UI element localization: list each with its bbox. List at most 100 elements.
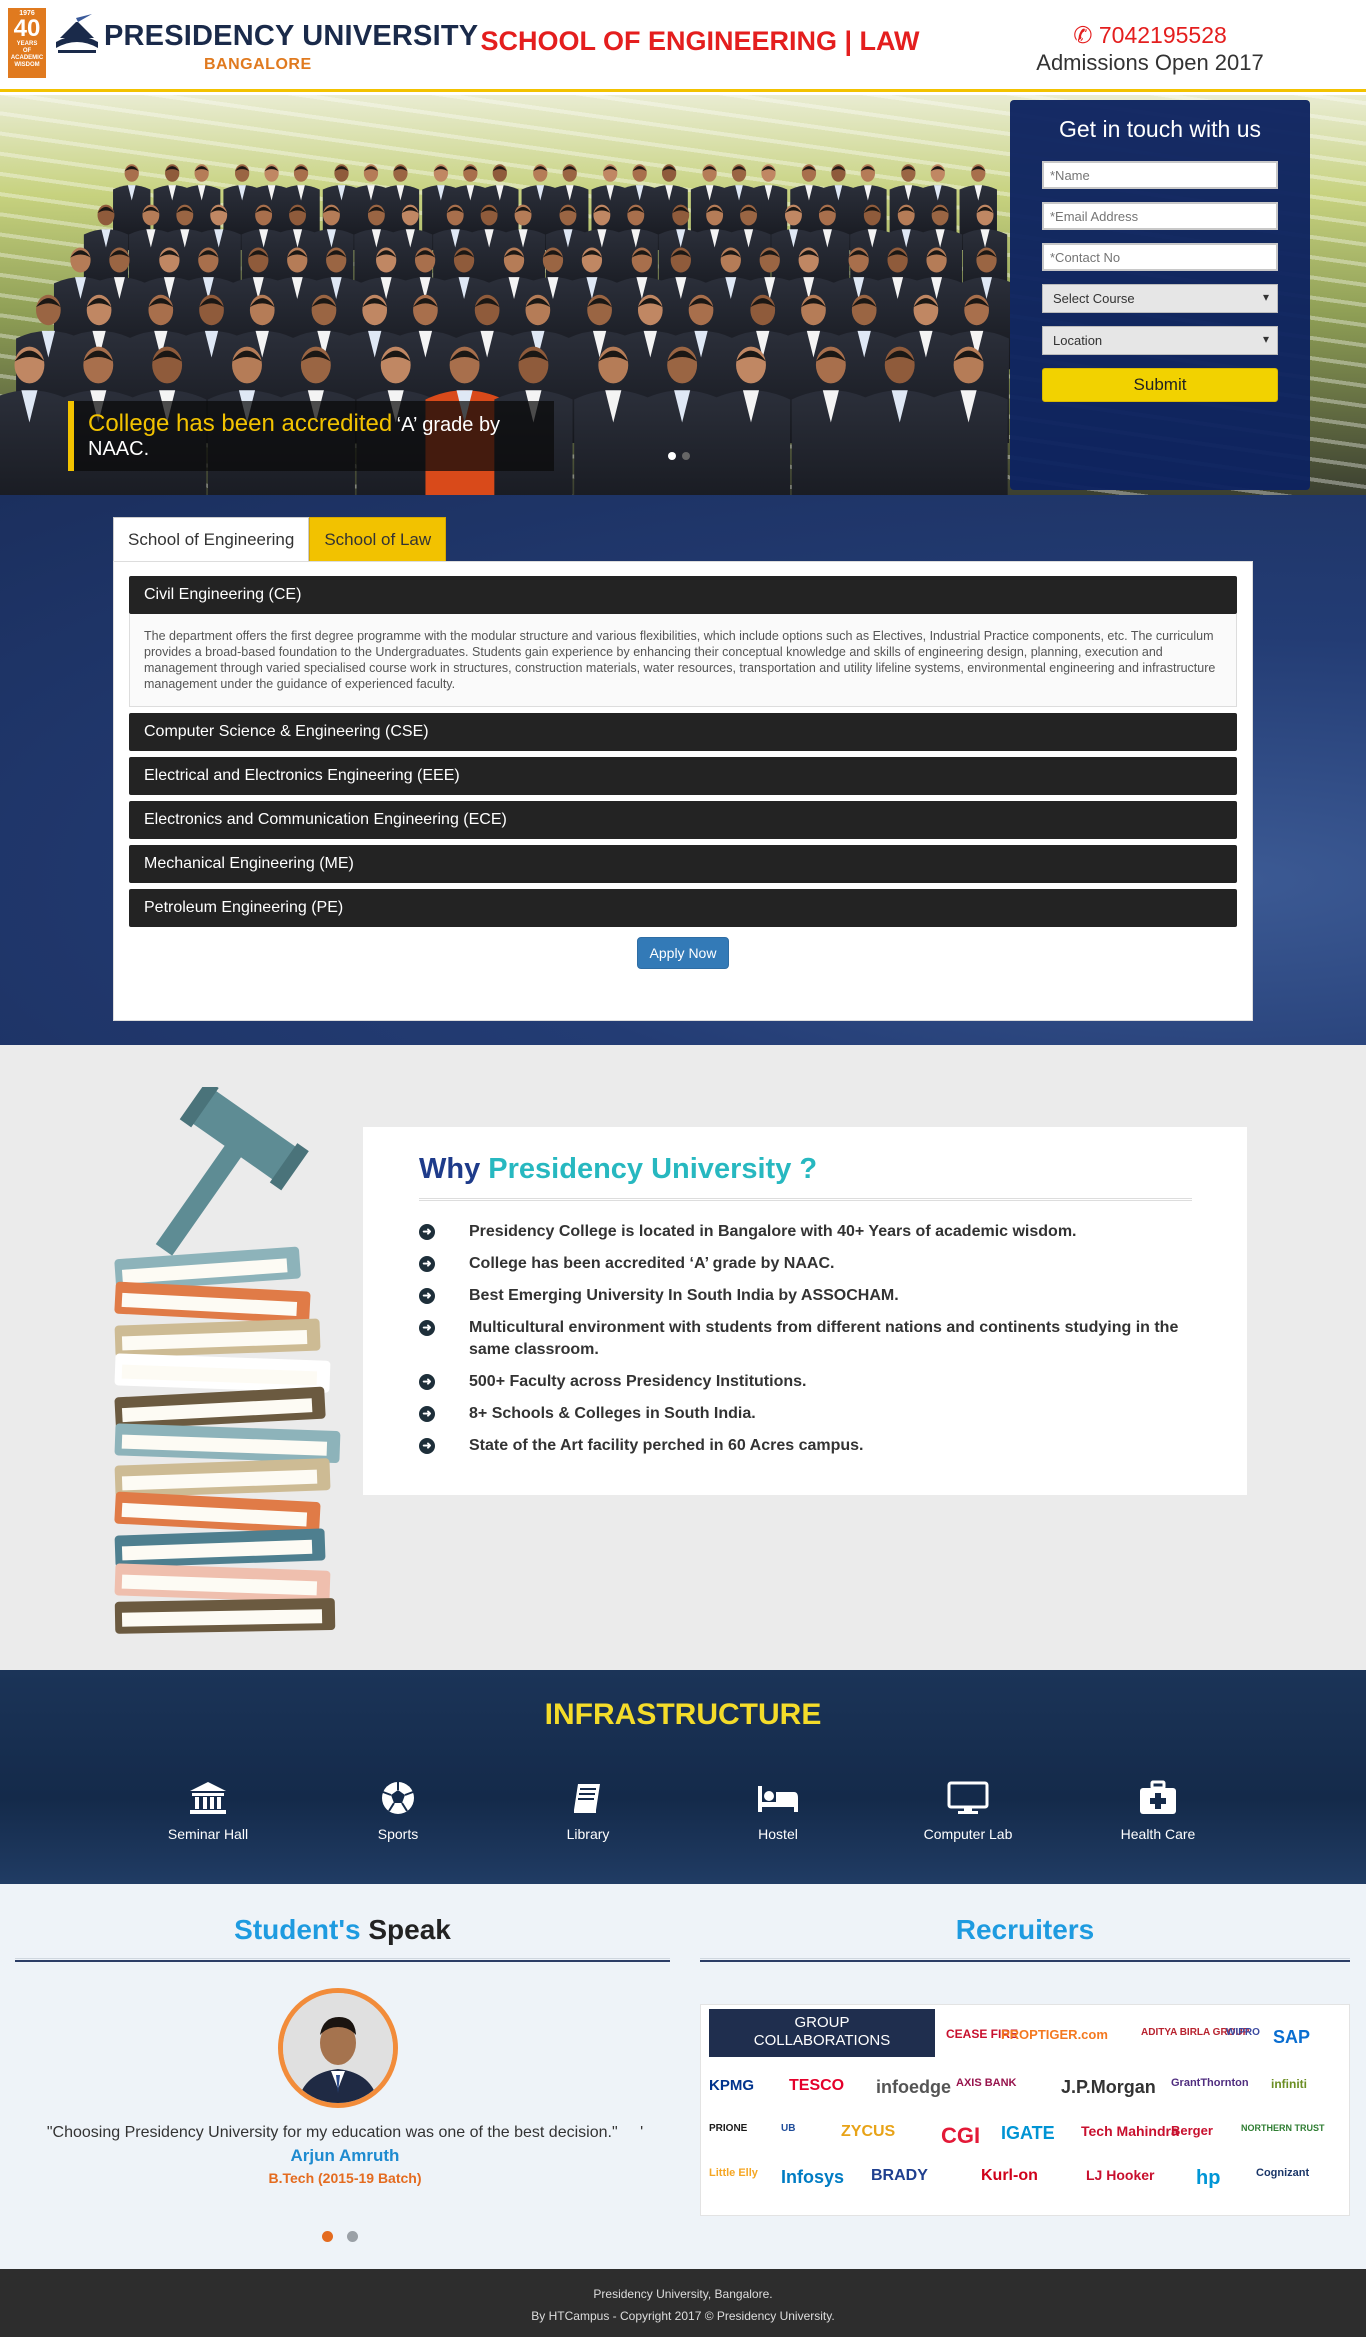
- group-label-line: COLLABORATIONS: [753, 2032, 891, 2049]
- university-logo-icon[interactable]: [52, 12, 102, 58]
- footer-copyright: By HTCampus - Copyright 2017 © Presidenc…: [531, 2309, 835, 2323]
- admissions-text: Admissions Open 2017: [1036, 50, 1264, 75]
- recruiter-logo: infoedge: [876, 2077, 951, 2097]
- accordion-mechanical[interactable]: Mechanical Engineering (ME): [129, 845, 1237, 883]
- hero-caption: College has been accredited ‘A’ grade by…: [68, 401, 554, 471]
- group-label-line: GROUP: [794, 2014, 850, 2031]
- book: [114, 1528, 326, 1568]
- why-list: ➜ Presidency College is located in Bangal…: [419, 1221, 1192, 1457]
- school-title: SCHOOL OF ENGINEERING | LAW: [480, 26, 920, 56]
- site-header: 1976 40 YEARS OF ACADEMIC WISDOM PRESIDE…: [0, 0, 1366, 92]
- slider-dot[interactable]: [347, 2231, 358, 2242]
- recruiter-logo: ZYCUS: [841, 2123, 896, 2140]
- badge-line: OF ACADEMIC: [10, 48, 44, 61]
- recruiters-title: Recruiters: [955, 1914, 1095, 1945]
- tab-school-of-law[interactable]: School of Law: [309, 517, 447, 561]
- bank-icon: [190, 1782, 226, 1814]
- infra-label: Health Care: [1120, 1826, 1196, 1842]
- desktop-icon: [947, 1781, 989, 1814]
- form-title: Get in touch with us: [1059, 116, 1261, 142]
- contact-field[interactable]: [1042, 243, 1278, 271]
- recruiter-logo: CGI: [941, 2123, 981, 2148]
- why-section: Why Presidency University ? ➜ Presidency …: [0, 1045, 1366, 1670]
- course-select[interactable]: Select Course ▾: [1042, 284, 1278, 313]
- infra-seminar-hall[interactable]: Seminar Hall: [113, 1780, 303, 1842]
- slider-dot[interactable]: [668, 452, 676, 460]
- divider: [15, 1958, 670, 1962]
- accordion-electronics[interactable]: Electronics and Communication Engineerin…: [129, 801, 1237, 839]
- badge-line: YEARS: [16, 41, 38, 47]
- location-select[interactable]: Location ▾: [1042, 326, 1278, 355]
- slider-dot[interactable]: [682, 452, 690, 460]
- infrastructure-section: INFRASTRUCTURE Seminar Hall Sports Libra…: [0, 1670, 1366, 1884]
- slider-dot[interactable]: [322, 2231, 333, 2242]
- infra-hostel[interactable]: Hostel: [683, 1780, 873, 1842]
- infra-library[interactable]: Library: [493, 1780, 683, 1842]
- arrow-right-icon: ➜: [419, 1406, 435, 1422]
- list-item-text: Best Emerging University In South India …: [469, 1287, 899, 1304]
- accordion-electrical[interactable]: Electrical and Electronics Engineering (…: [129, 757, 1237, 795]
- accordion-petroleum[interactable]: Petroleum Engineering (PE): [129, 889, 1237, 927]
- arrow-right-icon: ➜: [419, 1256, 435, 1272]
- group-collaborations-label: GROUP COLLABORATIONS: [709, 2009, 935, 2057]
- recruiter-logo: BRADY: [871, 2167, 928, 2184]
- why-title-prefix: Why: [419, 1153, 481, 1185]
- arrow-right-icon: ➜: [419, 1320, 435, 1336]
- name-field[interactable]: [1042, 161, 1278, 189]
- recruiter-logo: infiniti: [1271, 2077, 1307, 2091]
- apply-now-button[interactable]: Apply Now: [637, 937, 729, 969]
- book: [114, 1386, 326, 1430]
- accordion-computer-science[interactable]: Computer Science & Engineering (CSE): [129, 713, 1237, 751]
- phone-link[interactable]: ✆ 7042195528: [1020, 22, 1280, 49]
- recruiter-logo: IGATE: [1001, 2123, 1055, 2143]
- infra-health-care[interactable]: Health Care: [1063, 1780, 1253, 1842]
- recruiter-logo: J.P.Morgan: [1061, 2077, 1156, 2097]
- accordion-civil-engineering[interactable]: Civil Engineering (CE): [129, 576, 1237, 614]
- title-highlight: Student's: [234, 1914, 361, 1945]
- recruiter-logo: KPMG: [709, 2077, 754, 2094]
- hero-slider-dots: [668, 447, 696, 465]
- course-select-value: Select Course: [1053, 291, 1135, 306]
- recruiter-logo: NORTHERN TRUST: [1241, 2123, 1325, 2133]
- why-card: Why Presidency University ? ➜ Presidency …: [363, 1127, 1247, 1495]
- recruiter-logo: AXIS BANK: [956, 2077, 1017, 2089]
- infra-label: Library: [566, 1826, 610, 1842]
- phone-number[interactable]: 7042195528: [1099, 22, 1227, 48]
- recruiter-logo: Little Elly: [709, 2167, 758, 2179]
- book: [114, 1281, 311, 1324]
- students-recruiters-section: Student's Speak "Choosing Presidency Uni…: [0, 1884, 1366, 2269]
- tab-school-of-engineering[interactable]: School of Engineering: [113, 517, 310, 561]
- recruiter-logo: PROPTIGER.com: [1001, 2027, 1108, 2042]
- recruiter-logo: hp: [1196, 2167, 1221, 2189]
- book: [114, 1423, 341, 1464]
- book: [114, 1353, 331, 1393]
- list-item: ➜ Presidency College is located in Bangal…: [419, 1221, 1192, 1243]
- why-title: Why Presidency University ?: [419, 1153, 1192, 1201]
- infra-sports[interactable]: Sports: [303, 1780, 493, 1842]
- infra-label: Computer Lab: [923, 1826, 1013, 1842]
- recruiter-logo: Kurl-on: [981, 2167, 1038, 2184]
- recruiter-logo: SAP: [1273, 2027, 1311, 2047]
- university-name[interactable]: PRESIDENCY UNIVERSITY: [104, 20, 478, 53]
- location-select-value: Location: [1053, 333, 1103, 348]
- arrow-right-icon: ➜: [419, 1374, 435, 1390]
- student-name: Arjun Amruth: [290, 2146, 400, 2165]
- quote-text: "Choosing Presidency University for my e…: [46, 2124, 618, 2141]
- student-quote: "Choosing Presidency University for my e…: [20, 2124, 670, 2142]
- email-field[interactable]: [1042, 202, 1278, 230]
- list-item: ➜ Multicultural environment with students…: [419, 1317, 1192, 1361]
- badge-number: 40: [13, 15, 41, 42]
- infra-computer-lab[interactable]: Computer Lab: [873, 1780, 1063, 1842]
- person-body: [0, 390, 69, 495]
- recruiter-logo: GrantThornton: [1171, 2077, 1249, 2089]
- list-item: ➜ College has been accredited ‘A’ grade b…: [419, 1253, 1192, 1275]
- recruiter-logo: UB: [781, 2123, 796, 2134]
- quote-mark: ': [640, 2124, 644, 2141]
- submit-button[interactable]: Submit: [1042, 368, 1278, 402]
- student-photo: [283, 1993, 393, 2103]
- book: [114, 1318, 321, 1358]
- recruiter-logo: Cognizant: [1256, 2167, 1310, 2179]
- footer-line: Presidency University, Bangalore.: [593, 2287, 773, 2301]
- students-speak-title: Student's Speak: [15, 1914, 670, 1946]
- football-icon: [382, 1782, 414, 1814]
